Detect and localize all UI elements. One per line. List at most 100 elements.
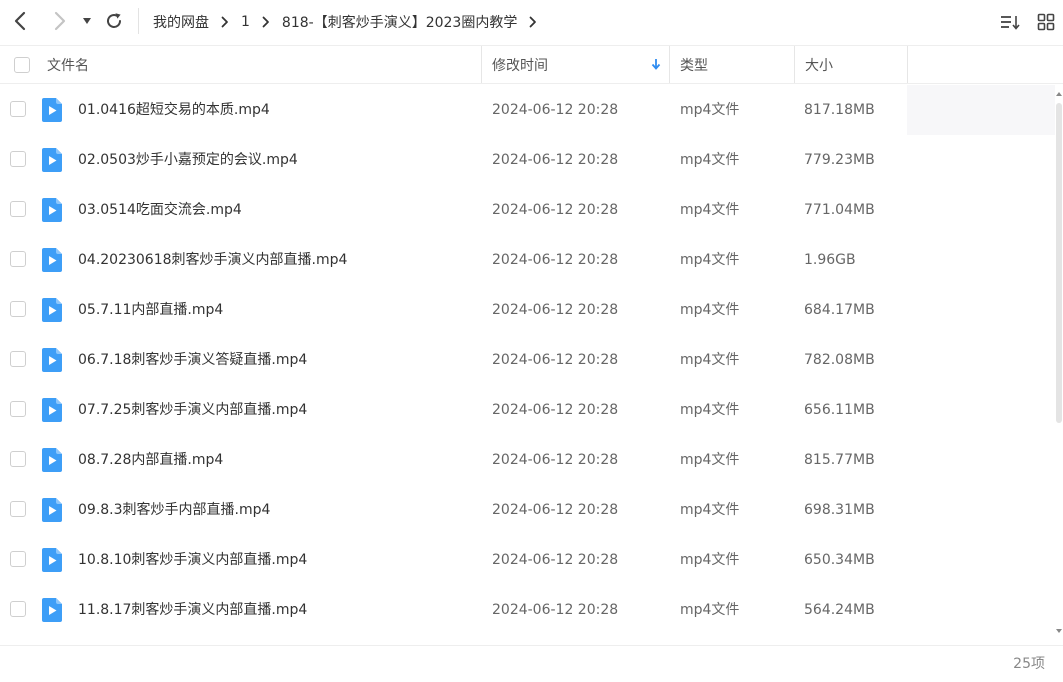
breadcrumb-separator-icon	[221, 16, 229, 28]
row-hover-highlight	[907, 85, 1055, 135]
breadcrumb-separator-icon	[529, 16, 537, 28]
file-type: mp4文件	[680, 252, 740, 268]
file-name[interactable]: 03.0514吃面交流会.mp4	[78, 185, 242, 235]
row-checkbox[interactable]	[10, 551, 26, 567]
file-browser-window: 我的网盘 1 818-【刺客炒手演义】2023圈内教学 文件名 修改时间 类型 …	[0, 0, 1063, 682]
breadcrumb: 我的网盘 1 818-【刺客炒手演义】2023圈内教学	[153, 0, 537, 44]
scroll-up-arrow-icon[interactable]	[1055, 91, 1063, 97]
file-row[interactable]: 01.0416超短交易的本质.mp4 2024-06-12 20:28 mp4文…	[0, 85, 1055, 135]
file-size: 656.11MB	[804, 402, 875, 418]
row-checkbox[interactable]	[10, 501, 26, 517]
file-size: 684.17MB	[804, 302, 875, 318]
sort-list-icon	[1001, 16, 1020, 30]
toolbar-divider	[138, 8, 139, 34]
video-file-icon	[42, 348, 62, 372]
file-size: 815.77MB	[804, 452, 875, 468]
file-name[interactable]: 10.8.10刺客炒手演义内部直播.mp4	[78, 535, 307, 585]
file-modified-time: 2024-06-12 20:28	[492, 302, 619, 318]
video-file-icon	[42, 148, 62, 172]
file-name[interactable]: 02.0503炒手小嘉预定的会议.mp4	[78, 135, 298, 185]
file-type: mp4文件	[680, 552, 740, 568]
file-size: 779.23MB	[804, 152, 875, 168]
file-type: mp4文件	[680, 402, 740, 418]
forward-button[interactable]	[46, 6, 74, 36]
file-name[interactable]: 09.8.3刺客炒手内部直播.mp4	[78, 485, 270, 535]
file-row[interactable]: 10.8.10刺客炒手演义内部直播.mp4 2024-06-12 20:28 m…	[0, 535, 1055, 585]
file-row[interactable]: 04.20230618刺客炒手演义内部直播.mp4 2024-06-12 20:…	[0, 235, 1055, 285]
video-file-icon	[42, 398, 62, 422]
back-button[interactable]	[6, 6, 34, 36]
file-row[interactable]: 11.8.17刺客炒手演义内部直播.mp4 2024-06-12 20:28 m…	[0, 585, 1055, 635]
video-file-icon	[42, 448, 62, 472]
chevron-left-icon	[14, 11, 26, 31]
video-file-icon	[42, 598, 62, 622]
file-name[interactable]: 08.7.28内部直播.mp4	[78, 435, 223, 485]
breadcrumb-item-folder-1[interactable]: 1	[241, 14, 250, 30]
column-header-name-label: 文件名	[47, 57, 89, 74]
video-file-icon	[42, 498, 62, 522]
row-checkbox[interactable]	[10, 301, 26, 317]
file-modified-time: 2024-06-12 20:28	[492, 602, 619, 618]
status-bar: 25项	[0, 645, 1063, 682]
file-list: 01.0416超短交易的本质.mp4 2024-06-12 20:28 mp4文…	[0, 85, 1055, 635]
scrollbar-thumb[interactable]	[1056, 103, 1062, 423]
toolbar: 我的网盘 1 818-【刺客炒手演义】2023圈内教学	[0, 0, 1063, 44]
file-name[interactable]: 07.7.25刺客炒手演义内部直播.mp4	[78, 385, 307, 435]
refresh-icon	[107, 13, 121, 28]
file-type: mp4文件	[680, 202, 740, 218]
file-modified-time: 2024-06-12 20:28	[492, 152, 619, 168]
column-header-modified[interactable]: 修改时间	[482, 46, 670, 83]
file-type: mp4文件	[680, 302, 740, 318]
breadcrumb-item-current-folder[interactable]: 818-【刺客炒手演义】2023圈内教学	[282, 12, 517, 32]
sort-options-button[interactable]	[998, 10, 1022, 34]
file-row[interactable]: 06.7.18刺客炒手演义答疑直播.mp4 2024-06-12 20:28 m…	[0, 335, 1055, 385]
file-size: 1.96GB	[804, 252, 856, 268]
video-file-icon	[42, 248, 62, 272]
row-checkbox[interactable]	[10, 351, 26, 367]
video-file-icon	[42, 298, 62, 322]
file-row[interactable]: 09.8.3刺客炒手内部直播.mp4 2024-06-12 20:28 mp4文…	[0, 485, 1055, 535]
file-modified-time: 2024-06-12 20:28	[492, 502, 619, 518]
video-file-icon	[42, 98, 62, 122]
row-checkbox[interactable]	[10, 151, 26, 167]
row-checkbox[interactable]	[10, 251, 26, 267]
column-header-type[interactable]: 类型	[670, 46, 795, 83]
row-checkbox[interactable]	[10, 401, 26, 417]
vertical-scrollbar[interactable]	[1055, 85, 1063, 640]
column-header-type-label: 类型	[680, 57, 708, 74]
file-name[interactable]: 06.7.18刺客炒手演义答疑直播.mp4	[78, 335, 307, 385]
file-modified-time: 2024-06-12 20:28	[492, 202, 619, 218]
file-size: 698.31MB	[804, 502, 875, 518]
file-name[interactable]: 11.8.17刺客炒手演义内部直播.mp4	[78, 585, 307, 635]
file-size: 771.04MB	[804, 202, 875, 218]
file-row[interactable]: 08.7.28内部直播.mp4 2024-06-12 20:28 mp4文件 8…	[0, 435, 1055, 485]
file-size: 782.08MB	[804, 352, 875, 368]
history-dropdown-button[interactable]	[76, 6, 98, 36]
row-checkbox[interactable]	[10, 601, 26, 617]
caret-down-icon	[83, 18, 91, 24]
row-checkbox[interactable]	[10, 101, 26, 117]
file-size: 817.18MB	[804, 102, 875, 118]
file-name[interactable]: 04.20230618刺客炒手演义内部直播.mp4	[78, 235, 347, 285]
file-name[interactable]: 01.0416超短交易的本质.mp4	[78, 85, 270, 135]
row-checkbox[interactable]	[10, 451, 26, 467]
file-row[interactable]: 05.7.11内部直播.mp4 2024-06-12 20:28 mp4文件 6…	[0, 285, 1055, 335]
sort-down-arrow-icon	[651, 59, 661, 70]
file-row[interactable]: 03.0514吃面交流会.mp4 2024-06-12 20:28 mp4文件 …	[0, 185, 1055, 235]
file-row[interactable]: 02.0503炒手小嘉预定的会议.mp4 2024-06-12 20:28 mp…	[0, 135, 1055, 185]
row-checkbox[interactable]	[10, 201, 26, 217]
scroll-down-arrow-icon[interactable]	[1055, 628, 1063, 634]
file-row[interactable]: 07.7.25刺客炒手演义内部直播.mp4 2024-06-12 20:28 m…	[0, 385, 1055, 435]
file-type: mp4文件	[680, 152, 740, 168]
column-header-size[interactable]: 大小	[795, 46, 908, 83]
file-modified-time: 2024-06-12 20:28	[492, 452, 619, 468]
file-name[interactable]: 05.7.11内部直播.mp4	[78, 285, 223, 335]
breadcrumb-item-root[interactable]: 我的网盘	[153, 12, 209, 32]
file-type: mp4文件	[680, 102, 740, 118]
grid-view-button[interactable]	[1034, 10, 1058, 34]
column-header-name[interactable]: 文件名	[0, 46, 482, 83]
column-header-modified-label: 修改时间	[492, 57, 548, 74]
file-size: 564.24MB	[804, 602, 875, 618]
video-file-icon	[42, 198, 62, 222]
refresh-button[interactable]	[100, 6, 128, 36]
